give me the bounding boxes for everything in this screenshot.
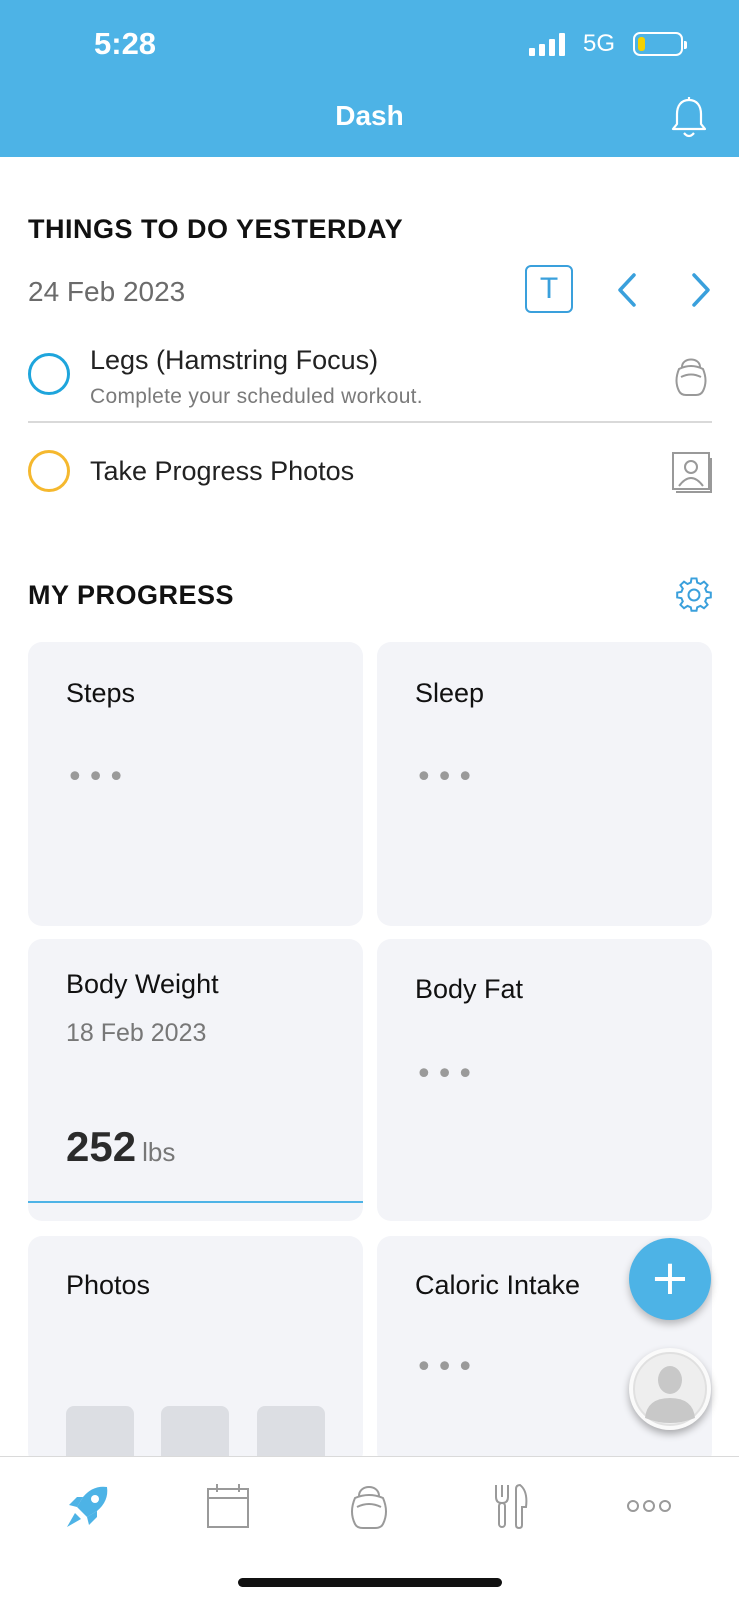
card-steps[interactable]: Steps •••	[28, 642, 363, 926]
kettlebell-icon[interactable]	[344, 1481, 394, 1531]
card-title: Caloric Intake	[415, 1270, 581, 1300]
status-icons: 5G	[528, 30, 687, 58]
today-button[interactable]: T	[525, 265, 573, 313]
network-label: 5G	[582, 30, 615, 57]
weight-unit: lbs	[142, 1137, 176, 1167]
weight-value: 252 lbs	[66, 1123, 175, 1171]
loading-dots: •••	[415, 1057, 478, 1092]
gear-icon[interactable]	[676, 577, 712, 613]
page-title: Dash	[335, 100, 404, 131]
task-item-photos[interactable]: Take Progress Photos	[28, 450, 712, 496]
app-header: 5:28 5G Dash	[0, 0, 739, 157]
card-body-fat[interactable]: Body Fat •••	[377, 939, 712, 1221]
weight-trend-line	[28, 1201, 363, 1203]
card-body-weight[interactable]: Body Weight 18 Feb 2023 252 lbs	[28, 939, 363, 1221]
loading-dots: •••	[415, 1350, 478, 1385]
divider	[28, 421, 712, 423]
task-checkbox[interactable]	[28, 450, 70, 492]
card-date: 18 Feb 2023	[66, 1019, 207, 1047]
card-title: Photos	[66, 1270, 151, 1300]
loading-dots: •••	[415, 760, 478, 795]
calendar-icon[interactable]	[203, 1481, 253, 1531]
chevron-left-icon[interactable]	[612, 270, 642, 310]
task-title: Take Progress Photos	[90, 456, 355, 486]
task-title: Legs (Hamstring Focus)	[90, 345, 379, 375]
todo-date: 24 Feb 2023	[28, 276, 186, 307]
task-subtitle: Complete your scheduled workout.	[90, 385, 423, 408]
card-sleep[interactable]: Sleep •••	[377, 642, 712, 926]
home-indicator[interactable]	[238, 1578, 502, 1587]
status-time: 5:28	[94, 26, 157, 61]
rocket-icon[interactable]	[63, 1481, 113, 1531]
avatar[interactable]	[629, 1348, 711, 1430]
fork-knife-icon[interactable]	[486, 1481, 536, 1531]
todo-heading: THINGS TO DO YESTERDAY	[28, 214, 404, 244]
loading-dots: •••	[66, 760, 129, 795]
card-title: Body Weight	[66, 969, 219, 999]
task-checkbox[interactable]	[28, 353, 70, 395]
avatar-person-icon	[633, 1352, 707, 1426]
card-title: Sleep	[415, 678, 485, 708]
progress-heading: MY PROGRESS	[28, 580, 235, 610]
bell-icon[interactable]	[669, 96, 709, 140]
card-title: Body Fat	[415, 974, 524, 1004]
task-item-workout[interactable]: Legs (Hamstring Focus) Complete your sch…	[28, 345, 712, 415]
weight-number: 252	[66, 1123, 137, 1170]
battery-icon	[633, 32, 687, 56]
card-photos[interactable]: Photos	[28, 1236, 363, 1466]
kettlebell-icon	[675, 358, 707, 396]
photo-icon	[672, 452, 712, 493]
chevron-right-icon[interactable]	[686, 270, 716, 310]
card-title: Steps	[66, 678, 136, 708]
add-button[interactable]: +	[629, 1238, 711, 1320]
signal-icon	[528, 32, 565, 56]
more-icon[interactable]	[626, 1481, 672, 1531]
